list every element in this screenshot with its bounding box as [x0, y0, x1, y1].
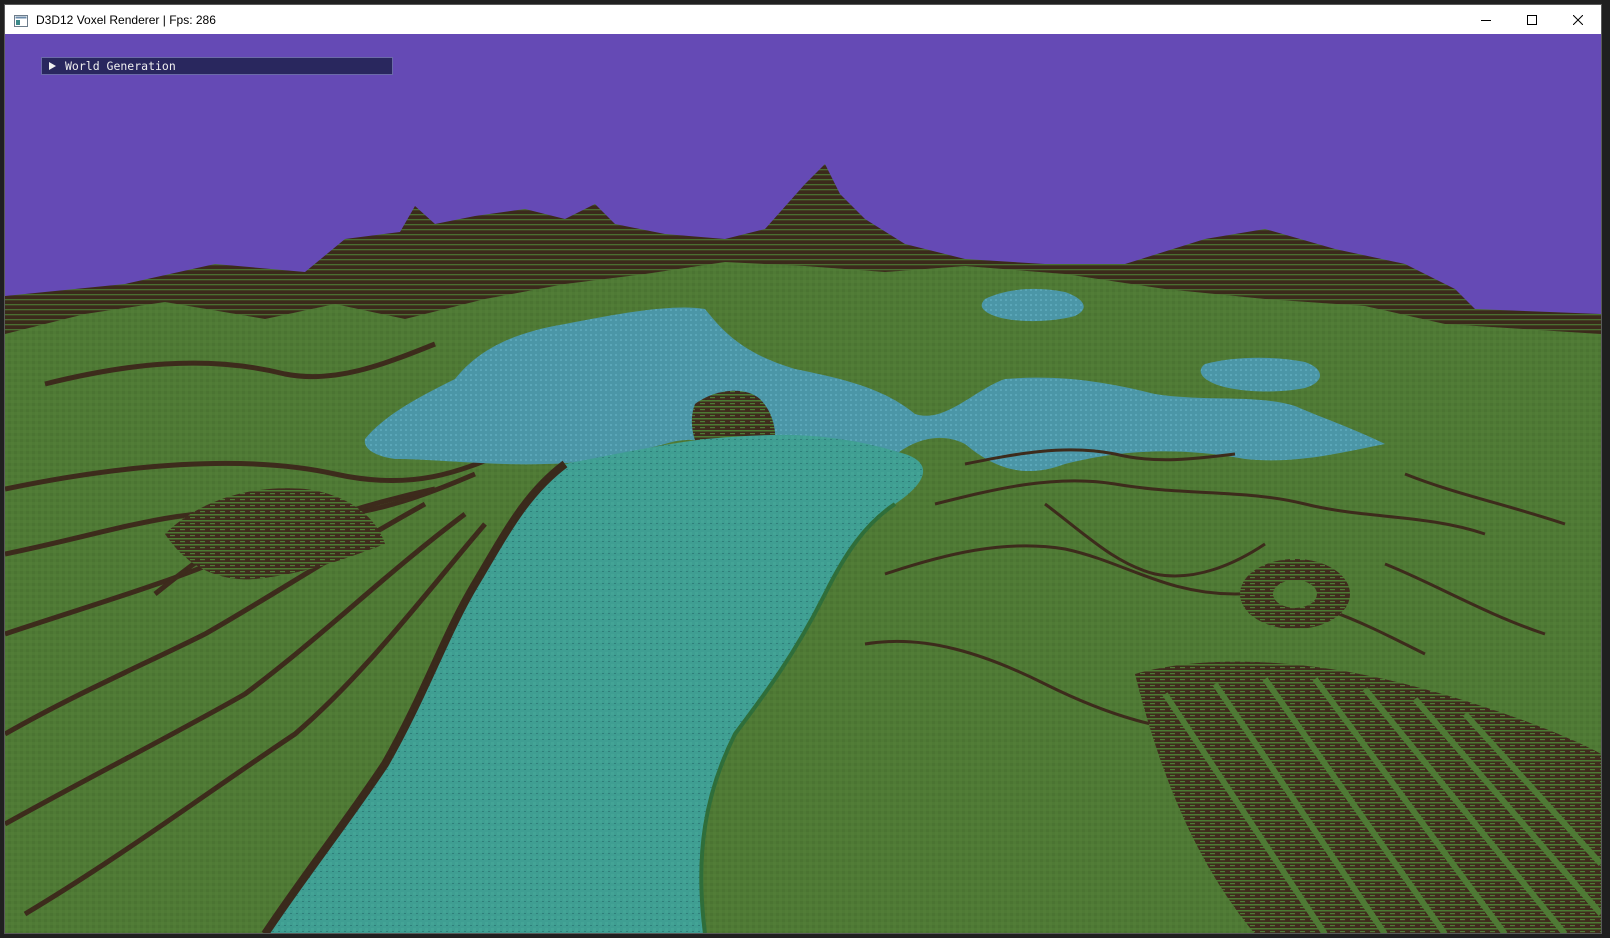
renderer-window: D3D12 Voxel Renderer | Fps: 286 World Ge… — [4, 4, 1602, 934]
background-app-edge — [1602, 0, 1610, 938]
close-button[interactable] — [1555, 5, 1601, 34]
render-viewport[interactable]: World Generation — [5, 34, 1601, 933]
title-bar[interactable]: D3D12 Voxel Renderer | Fps: 286 — [5, 5, 1601, 34]
window-title: D3D12 Voxel Renderer | Fps: 286 — [36, 12, 216, 27]
close-icon — [1573, 14, 1583, 25]
small-hill-right-top — [1273, 580, 1317, 608]
minimize-icon — [1481, 19, 1491, 21]
minimize-button[interactable] — [1463, 5, 1509, 34]
maximize-button[interactable] — [1509, 5, 1555, 34]
voxel-terrain-scene — [5, 34, 1601, 933]
world-generation-header[interactable]: World Generation — [41, 57, 393, 75]
collapse-arrow-icon — [49, 62, 56, 70]
app-window-icon — [14, 14, 28, 27]
maximize-icon — [1527, 14, 1537, 25]
world-generation-label: World Generation — [65, 59, 176, 73]
